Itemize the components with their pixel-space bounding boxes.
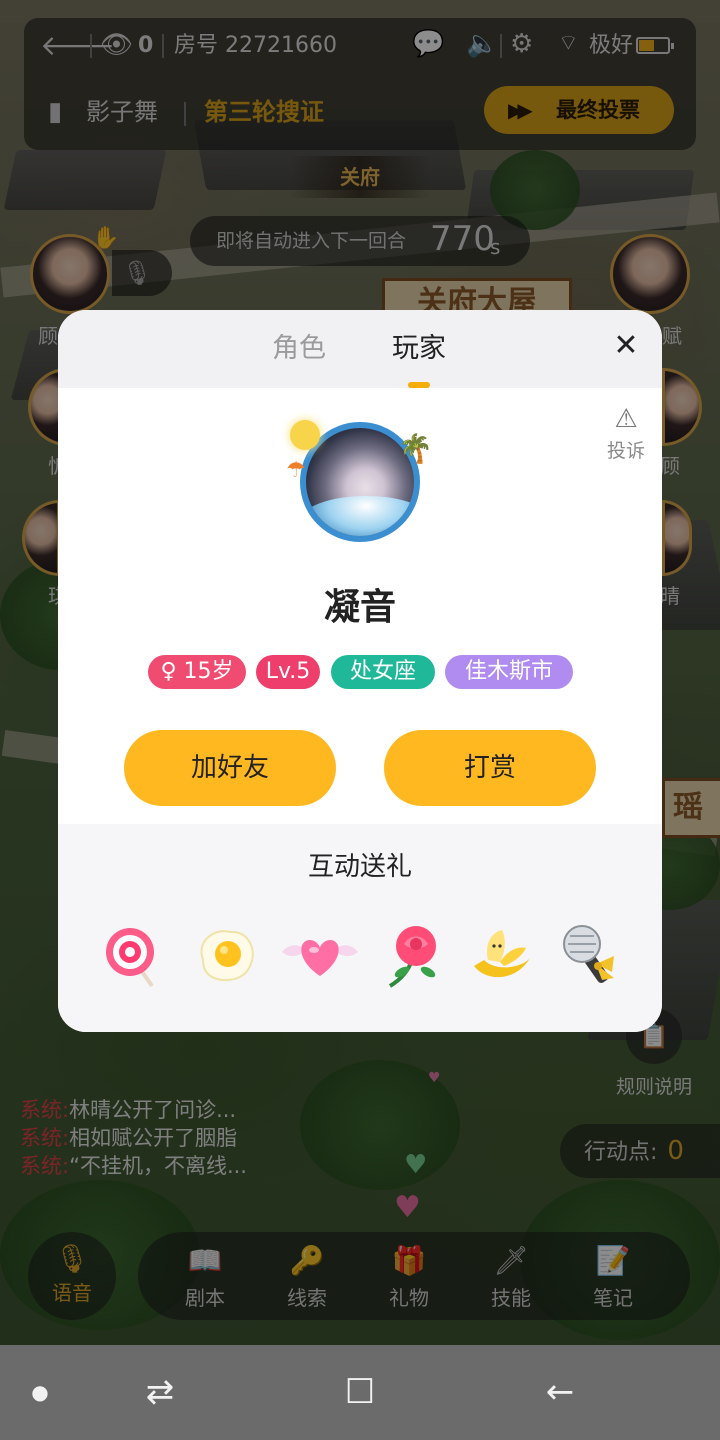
sun-decoration-icon bbox=[290, 420, 320, 450]
winged-heart-icon[interactable] bbox=[278, 920, 362, 990]
gender-age-badge: ♀ 15岁 bbox=[148, 655, 246, 689]
city-badge: 佳木斯市 bbox=[445, 655, 573, 689]
add-friend-button[interactable]: 加好友 bbox=[124, 730, 336, 806]
level-badge: Lv.5 bbox=[256, 655, 320, 689]
fried-egg-icon[interactable] bbox=[192, 920, 262, 990]
system-nav-bar: ● ⇄ ☐ ← bbox=[0, 1345, 720, 1440]
rose-icon[interactable] bbox=[380, 920, 450, 990]
lollipop-icon[interactable] bbox=[98, 920, 168, 990]
player-info-modal: 角色 玩家 ✕ ⚠ 投诉 ☂ 🌴 凝音 ♀ 15岁 Lv.5 处女座 佳木斯市 … bbox=[58, 310, 662, 1032]
zodiac-badge: 处女座 bbox=[331, 655, 435, 689]
banana-icon[interactable] bbox=[466, 920, 536, 990]
tab-role[interactable]: 角色 bbox=[272, 332, 326, 366]
close-icon[interactable]: ✕ bbox=[608, 328, 644, 364]
player-tags: ♀ 15岁 Lv.5 处女座 佳木斯市 bbox=[58, 655, 662, 691]
gift-section: 互动送礼 bbox=[58, 824, 662, 1032]
tab-player[interactable]: 玩家 bbox=[392, 332, 446, 366]
nav-home-icon[interactable]: ☐ bbox=[330, 1345, 390, 1440]
player-name: 凝音 bbox=[323, 587, 396, 628]
palm-tree-decoration-icon: 🌴 bbox=[398, 432, 433, 465]
nav-back-icon[interactable]: ← bbox=[530, 1345, 590, 1440]
umbrella-decoration-icon: ☂ bbox=[286, 458, 306, 483]
modal-header: 角色 玩家 ✕ bbox=[58, 310, 662, 388]
nav-switch-icon[interactable]: ⇄ bbox=[130, 1345, 190, 1440]
warning-icon: ⚠ bbox=[614, 404, 638, 434]
nav-dot-icon[interactable]: ● bbox=[20, 1345, 60, 1440]
active-tab-indicator bbox=[408, 382, 430, 388]
report-button[interactable]: ⚠ 投诉 bbox=[598, 404, 654, 463]
gift-section-title: 互动送礼 bbox=[307, 852, 412, 882]
tip-button[interactable]: 打赏 bbox=[384, 730, 596, 806]
report-label: 投诉 bbox=[606, 440, 645, 462]
microphone-icon[interactable] bbox=[556, 920, 626, 990]
